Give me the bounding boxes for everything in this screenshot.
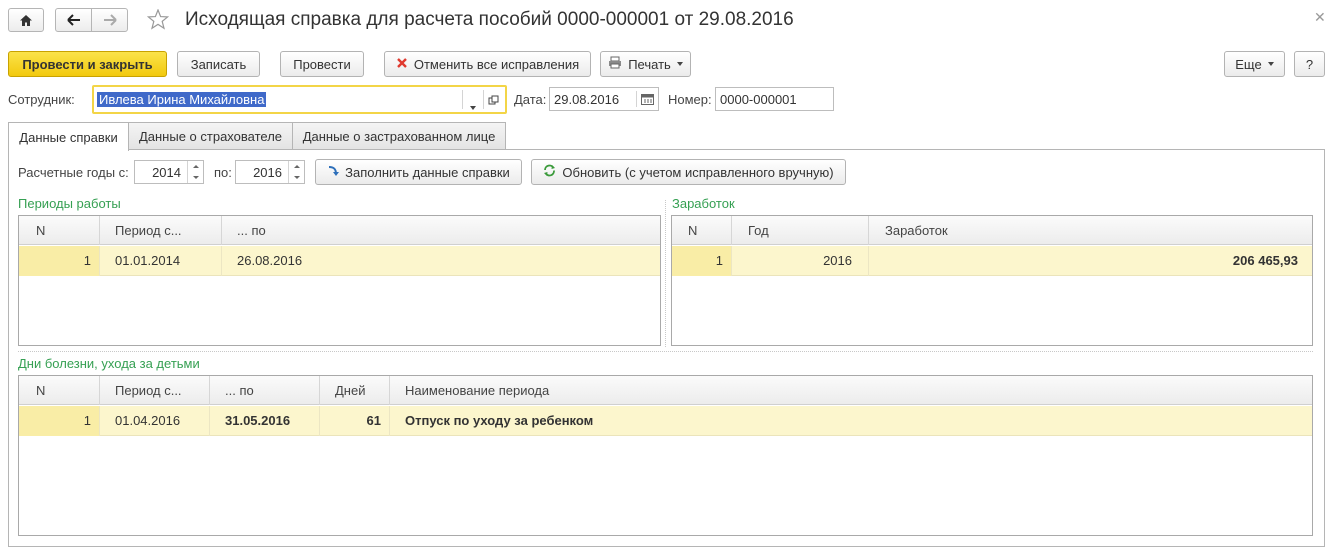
arrow-left-icon [66,14,81,26]
favorite-star-icon[interactable] [146,8,170,33]
arrow-right-icon [103,14,117,26]
cell-days: 61 [320,406,390,436]
column-header-period-name[interactable]: Наименование периода [390,376,1312,405]
table-header: N Период с... ... по Дней Наименование п… [19,376,1312,405]
cell-n: 1 [19,406,100,436]
date-label: Дата: [514,92,547,107]
spin-up-icon[interactable] [188,161,203,172]
number-field[interactable]: 0000-000001 [715,87,834,111]
chevron-down-icon[interactable] [470,98,476,113]
number-label: Номер: [668,92,712,107]
cell-n: 1 [672,246,732,276]
cell-to: 31.05.2016 [210,406,320,436]
year-from-value: 2014 [152,164,181,180]
column-header-from[interactable]: Период с... [100,216,222,245]
fill-arrow-icon [327,165,340,180]
close-icon[interactable]: ✕ [1314,9,1326,26]
cell-to: 26.08.2016 [237,253,303,268]
chevron-down-icon [676,62,683,66]
tab-certificate-data[interactable]: Данные справки [8,122,129,151]
table-header: N Год Заработок [672,216,1312,245]
year-to-value: 2016 [253,164,282,180]
fill-data-button[interactable]: Заполнить данные справки [315,159,522,185]
vertical-splitter[interactable] [665,200,666,347]
cell-from: 01.01.2014 [100,246,222,276]
column-header-to[interactable]: ... по [210,376,320,405]
column-header-n[interactable]: N [672,216,732,245]
chevron-down-icon [1267,62,1274,66]
home-icon [19,14,33,27]
spin-up-icon[interactable] [289,161,304,172]
tab-insured-data[interactable]: Данные о застрахованном лице [292,122,506,150]
save-button[interactable]: Записать [177,51,260,77]
home-button[interactable] [8,8,44,32]
horizontal-splitter[interactable] [18,351,1313,352]
work-periods-table: N Период с... ... по 1 01.01.2014 26.08.… [18,215,661,346]
date-value: 29.08.2016 [554,91,620,107]
cell-n: 1 [19,246,100,276]
column-header-year[interactable]: Год [732,216,869,245]
year-to-stepper[interactable]: 2016 [235,160,305,184]
cell-period-name: Отпуск по уходу за ребенком [405,413,594,428]
date-field[interactable]: 29.08.2016 [549,87,659,111]
cell-from: 01.04.2016 [100,406,210,436]
years-from-label: Расчетные годы с: [18,165,129,180]
employee-field[interactable]: Ивлева Ирина Михайловна [92,85,507,114]
printer-icon [608,56,622,72]
post-and-close-button[interactable]: Провести и закрыть [8,51,167,77]
table-row[interactable]: 1 01.04.2016 31.05.2016 61 Отпуск по ухо… [19,406,1312,436]
earnings-title: Заработок [672,196,735,211]
table-row[interactable]: 1 01.01.2014 26.08.2016 [19,246,660,276]
column-header-days[interactable]: Дней [320,376,390,405]
column-header-to[interactable]: ... по [222,216,660,245]
table-row[interactable]: 1 2016 206 465,93 [672,246,1312,276]
refresh-button[interactable]: Обновить (с учетом исправленного вручную… [531,159,846,185]
earnings-table: N Год Заработок 1 2016 206 465,93 [671,215,1313,346]
post-button[interactable]: Провести [280,51,364,77]
cell-earnings: 206 465,93 [1232,253,1298,268]
column-header-from[interactable]: Период с... [100,376,210,405]
employee-label: Сотрудник: [8,92,75,107]
number-value: 0000-000001 [720,91,797,107]
window-title: Исходящая справка для расчета пособий 00… [185,9,794,30]
help-button[interactable]: ? [1294,51,1325,77]
year-from-stepper[interactable]: 2014 [134,160,204,184]
forward-button[interactable] [91,8,128,32]
print-button[interactable]: Печать [600,51,691,77]
tab-insurer-data[interactable]: Данные о страхователе [128,122,293,150]
open-icon[interactable] [488,94,499,109]
sick-days-table: N Период с... ... по Дней Наименование п… [18,375,1313,536]
table-header: N Период с... ... по [19,216,660,245]
spin-down-icon[interactable] [289,172,304,183]
column-header-earnings[interactable]: Заработок [869,216,1312,245]
column-header-n[interactable]: N [19,376,100,405]
cancel-corrections-button[interactable]: Отменить все исправления [384,51,591,77]
refresh-icon [543,164,556,180]
employee-value: Ивлева Ирина Михайловна [97,92,267,107]
red-cross-icon [396,57,408,72]
calendar-icon[interactable] [641,93,654,108]
sick-days-title: Дни болезни, ухода за детьми [18,356,200,371]
work-periods-title: Периоды работы [18,196,121,211]
column-header-n[interactable]: N [19,216,100,245]
spin-down-icon[interactable] [188,172,203,183]
more-button[interactable]: Еще [1224,51,1285,77]
cell-year: 2016 [732,246,869,276]
back-button[interactable] [55,8,92,32]
years-to-label: по: [214,165,232,180]
